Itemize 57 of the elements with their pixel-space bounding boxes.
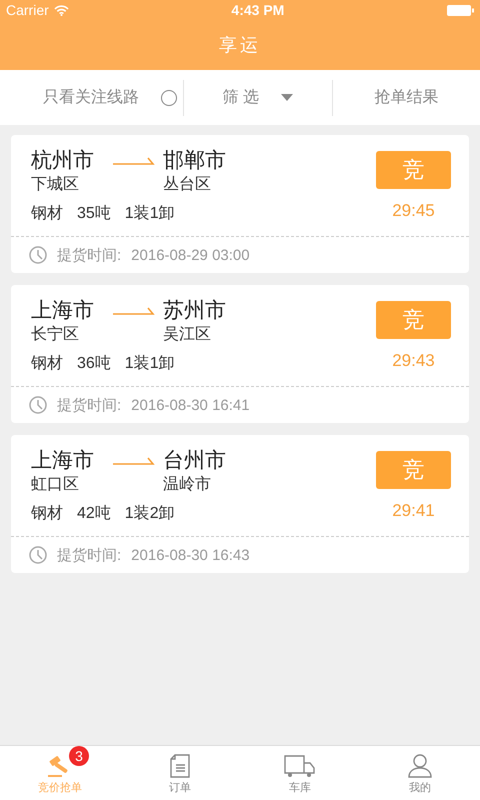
pickup-time: 2016-08-30 16:41 [131,396,250,414]
pickup-label: 提货时间: [57,396,122,414]
origin-city: 杭州市 [31,148,95,174]
loading-info: 1装1卸 [124,204,175,224]
results-link[interactable]: 抢单结果 [374,87,438,108]
nav-title: 享运 [219,34,261,57]
destination-city: 邯郸市 [163,148,227,174]
tab-item[interactable]: 车库 [240,746,360,800]
countdown-timer: 29:45 [392,201,435,221]
watch-toggle[interactable]: 只看关注线路 [43,87,139,108]
destination-district: 温岭市 [163,475,212,495]
tab-item[interactable]: 3 竞价抢单 [0,746,120,800]
bid-button[interactable]: 竞 [376,151,451,189]
countdown-timer: 29:41 [392,501,435,521]
pickup-time: 2016-08-29 03:00 [131,246,250,264]
cargo-type: 钢材 [31,504,63,524]
origin-district: 长宁区 [31,325,80,345]
tab-item[interactable]: 订单 [120,746,240,800]
dropdown-caret-icon [280,94,293,101]
pickup-time: 2016-08-30 16:43 [131,546,250,564]
battery-icon [446,4,474,16]
order-card[interactable]: 上海市 长宁区 苏州市 吴江区 钢材 36吨 1装1卸 竞 29:43 提货时间: 2016-08-30 16:41 [11,285,469,423]
bid-button[interactable]: 竞 [376,451,451,489]
bid-button[interactable]: 竞 [376,301,451,339]
truck-icon [284,754,316,778]
status-time: 4:43 PM [231,2,284,18]
clock-icon [29,396,47,414]
tab-item[interactable]: 我的 [360,746,480,800]
cargo-weight: 36吨 [77,354,111,374]
loading-info: 1装2卸 [124,504,175,524]
clock-icon [29,246,47,264]
origin-district: 下城区 [31,175,80,195]
filter-dropdown[interactable]: 筛 选 [222,87,259,108]
origin-district: 虹口区 [31,475,80,495]
pickup-label: 提货时间: [57,246,122,264]
pickup-label: 提货时间: [57,546,122,564]
document-icon [169,754,191,778]
origin-city: 上海市 [31,298,95,324]
destination-city: 苏州市 [163,298,227,324]
order-card[interactable]: 杭州市 下城区 邯郸市 丛台区 钢材 35吨 1装1卸 竞 29:45 提货时间: 2016-08-29 03:00 [11,135,469,273]
cargo-type: 钢材 [31,204,63,224]
notification-badge: 3 [69,746,89,766]
destination-district: 吴江区 [163,325,212,345]
destination-city: 台州市 [163,448,227,474]
cargo-type: 钢材 [31,354,63,374]
origin-city: 上海市 [31,448,95,474]
person-icon [407,754,433,778]
loading-info: 1装1卸 [124,354,175,374]
cargo-weight: 35吨 [77,204,111,224]
destination-district: 丛台区 [163,175,212,195]
clock-icon [29,546,47,564]
radio-circle[interactable] [161,90,177,106]
cargo-weight: 42吨 [77,504,111,524]
carrier-name: Carrier [6,2,49,18]
wifi-icon [54,4,69,16]
countdown-timer: 29:43 [392,351,435,371]
order-card[interactable]: 上海市 虹口区 台州市 温岭市 钢材 42吨 1装2卸 竞 29:41 提货时间: 2016-08-30 16:43 [11,435,469,573]
